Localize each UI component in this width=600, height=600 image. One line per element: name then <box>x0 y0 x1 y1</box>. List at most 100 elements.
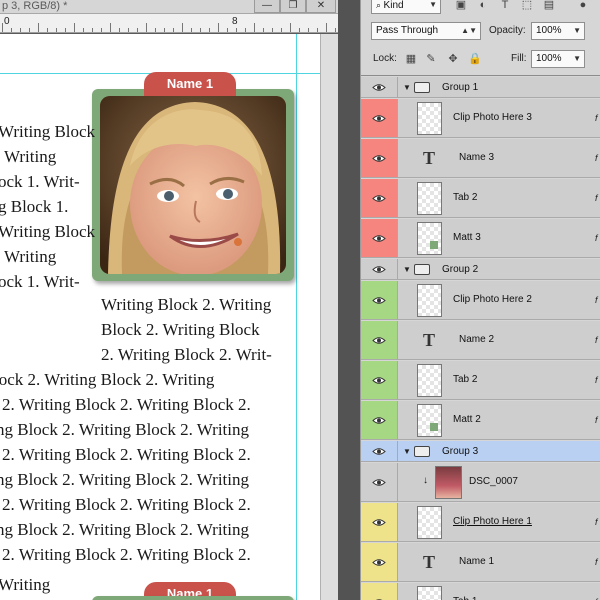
visibility-toggle[interactable] <box>361 583 398 600</box>
filter-kind-dropdown[interactable]: ⌕ Kind ▼ <box>371 0 441 14</box>
layer-row[interactable]: Tab 2 f <box>361 361 600 400</box>
filter-smart-object-icon[interactable]: ▤ <box>541 0 557 13</box>
layer-group-row[interactable]: ▼ Group 2 <box>361 259 600 280</box>
ruler-tick <box>281 28 282 32</box>
document-canvas[interactable]: Name 1 Writing Block Writing ock 1. Writ… <box>0 34 320 600</box>
maximize-button[interactable]: ❐ <box>280 0 306 13</box>
type-layer-icon: T <box>423 552 436 572</box>
visibility-toggle[interactable] <box>361 543 398 581</box>
layer-group-row[interactable]: ▼ Group 1 <box>361 77 600 98</box>
ruler-tick <box>155 28 156 32</box>
visibility-toggle[interactable] <box>361 503 398 541</box>
lock-transparent-icon[interactable]: ▦ <box>403 51 419 67</box>
layer-effects-icon[interactable]: f <box>595 335 598 345</box>
layer-row[interactable]: Matt 2 f <box>361 401 600 440</box>
layer-group-row[interactable]: ▼ Group 3 <box>361 441 600 462</box>
layer-row[interactable]: Clip Photo Here 2 f <box>361 281 600 320</box>
visibility-toggle[interactable] <box>361 463 398 501</box>
layer-row[interactable]: T Name 3 f <box>361 139 600 178</box>
visibility-toggle[interactable] <box>361 401 398 439</box>
clipping-arrow-icon: ↓ <box>423 475 428 486</box>
visibility-toggle[interactable] <box>361 179 398 217</box>
guide-line[interactable] <box>296 34 297 600</box>
ruler-label: 8 <box>232 16 238 27</box>
ruler-tick <box>182 23 183 32</box>
visibility-toggle[interactable] <box>361 321 398 359</box>
text-line: 2. Writing Block 2. Writ- <box>101 345 272 364</box>
layer-row[interactable]: T Name 2 f <box>361 321 600 360</box>
opacity-field[interactable]: 100% ▼ <box>531 22 585 40</box>
layer-effects-icon[interactable]: f <box>595 375 598 385</box>
ruler-tick <box>263 28 264 32</box>
ruler-tick <box>128 28 129 32</box>
eye-icon <box>372 266 386 273</box>
lock-move-icon[interactable]: ✥ <box>445 51 461 67</box>
blend-mode-dropdown[interactable]: Pass Through ▲▼ <box>371 22 481 40</box>
portrait-photo <box>100 96 286 274</box>
text-line: Writing Block <box>0 222 96 241</box>
folder-icon <box>414 446 430 457</box>
visibility-toggle[interactable] <box>361 77 398 97</box>
lock-label: Lock: <box>373 53 397 64</box>
filter-toggle-icon[interactable]: ● <box>575 0 591 13</box>
fill-label: Fill: <box>511 53 527 64</box>
layer-row[interactable]: Clip Photo Here 3 f <box>361 99 600 138</box>
visibility-toggle[interactable] <box>361 219 398 257</box>
filter-pixel-icon[interactable]: ▣ <box>453 0 469 13</box>
expand-triangle-icon[interactable]: ▼ <box>403 83 411 92</box>
layer-row[interactable]: Tab 1f <box>361 583 600 600</box>
layer-row[interactable]: T Name 1 f <box>361 543 600 582</box>
ruler-tick <box>101 28 102 32</box>
minimize-button[interactable]: — <box>254 0 280 13</box>
layer-row[interactable]: Tab 2 f <box>361 179 600 218</box>
chevron-down-icon: ▼ <box>429 0 437 9</box>
visibility-toggle[interactable] <box>361 259 398 279</box>
visibility-toggle[interactable] <box>361 99 398 137</box>
layer-thumbnail <box>417 364 442 397</box>
ruler-tick <box>317 28 318 32</box>
layer-effects-icon[interactable]: f <box>595 233 598 243</box>
layer-row[interactable]: Matt 3 f <box>361 219 600 258</box>
type-layer-icon: T <box>423 148 436 168</box>
filter-shape-icon[interactable]: ⬚ <box>519 0 535 13</box>
layer-row[interactable]: ↓ DSC_0007 <box>361 463 600 502</box>
text-line: Block 2. Writing Block <box>101 320 260 339</box>
text-line: Writing Block 2. Writing <box>101 295 272 314</box>
visibility-toggle[interactable] <box>361 361 398 399</box>
horizontal-ruler[interactable]: 0 8 <box>0 14 338 33</box>
girl-portrait-image <box>100 96 286 274</box>
text-line: ock 1. Writ- <box>0 172 80 191</box>
fill-field[interactable]: 100% ▼ <box>531 50 585 68</box>
layer-row[interactable]: Clip Photo Here 1 f <box>361 503 600 542</box>
layer-effects-icon[interactable]: f <box>595 153 598 163</box>
layers-panel: ⌕ Kind ▼ ▣ ◐ T ⬚ ▤ ● Pass Through ▲▼ Opaci… <box>360 0 600 600</box>
visibility-toggle[interactable] <box>361 441 398 461</box>
layer-name: Clip Photo Here 1 <box>453 516 532 527</box>
matt-swatch <box>430 423 438 431</box>
visibility-toggle[interactable] <box>361 139 398 177</box>
lock-brush-icon[interactable]: ✎ <box>423 51 439 67</box>
blend-mode-value: Pass Through <box>376 25 439 36</box>
lock-all-icon[interactable]: 🔒 <box>467 51 483 67</box>
eye-icon <box>372 337 386 344</box>
ruler-tick <box>209 28 210 32</box>
ruler-tick <box>110 23 111 32</box>
layer-effects-icon[interactable]: f <box>595 517 598 527</box>
layer-effects-icon[interactable]: f <box>595 415 598 425</box>
layer-thumbnail <box>417 102 442 135</box>
layer-effects-icon[interactable]: f <box>595 557 598 567</box>
layer-effects-icon[interactable]: f <box>595 113 598 123</box>
visibility-toggle[interactable] <box>361 281 398 319</box>
photo-thumbnail <box>435 466 462 499</box>
filter-type-icon[interactable]: T <box>497 0 513 13</box>
opacity-label: Opacity: <box>489 25 526 36</box>
eye-icon <box>372 84 386 91</box>
close-button[interactable]: ✕ <box>306 0 336 13</box>
vertical-scrollbar[interactable] <box>320 34 338 600</box>
expand-triangle-icon[interactable]: ▼ <box>403 265 411 274</box>
expand-triangle-icon[interactable]: ▼ <box>403 447 411 456</box>
filter-adjustment-icon[interactable]: ◐ <box>475 0 491 13</box>
eye-icon <box>372 417 386 424</box>
layer-effects-icon[interactable]: f <box>595 193 598 203</box>
layer-effects-icon[interactable]: f <box>595 295 598 305</box>
